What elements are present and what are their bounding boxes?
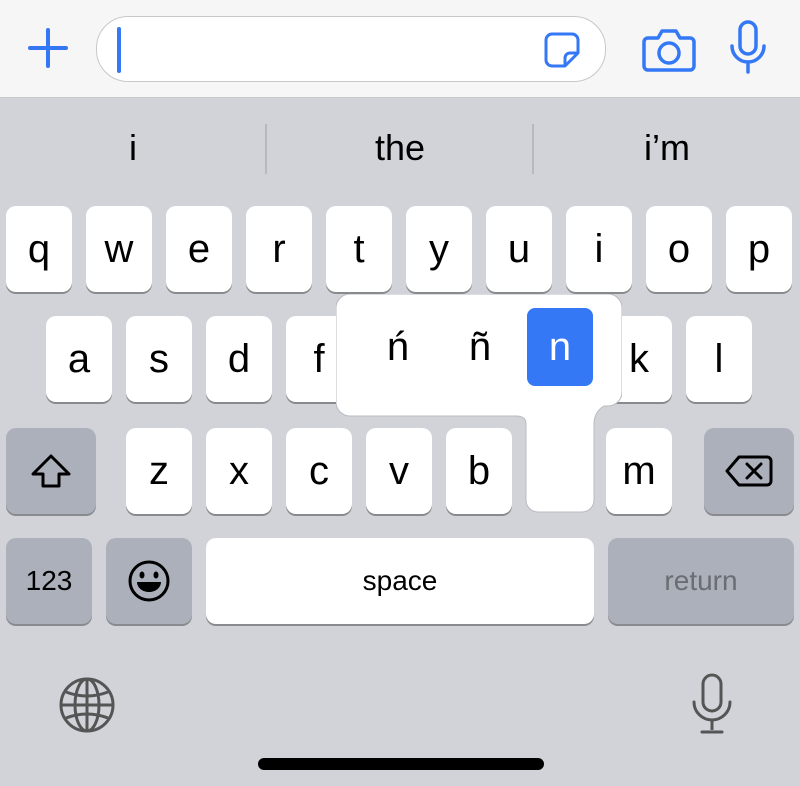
delete-icon <box>725 455 773 487</box>
key-q[interactable]: q <box>6 206 72 292</box>
globe-icon[interactable] <box>58 676 116 734</box>
key-w[interactable]: w <box>86 206 152 292</box>
space-key[interactable]: space <box>206 538 594 624</box>
key-d[interactable]: d <box>206 316 272 402</box>
key-z[interactable]: z <box>126 428 192 514</box>
emoji-icon <box>128 560 170 602</box>
shift-icon <box>31 454 71 488</box>
key-i[interactable]: i <box>566 206 632 292</box>
accent-option-n-acute[interactable]: ń <box>364 308 432 386</box>
home-indicator <box>258 758 544 770</box>
key-s[interactable]: s <box>126 316 192 402</box>
microphone-icon[interactable] <box>728 20 768 78</box>
suggestion-3[interactable]: i’m <box>534 98 800 198</box>
message-input[interactable] <box>96 16 606 82</box>
key-x[interactable]: x <box>206 428 272 514</box>
key-u[interactable]: u <box>486 206 552 292</box>
microphone-icon[interactable] <box>690 672 734 736</box>
shift-key[interactable] <box>6 428 96 514</box>
numbers-key[interactable]: 123 <box>6 538 92 624</box>
suggestion-2[interactable]: the <box>267 98 533 198</box>
suggestion-1[interactable]: i <box>0 98 266 198</box>
key-t[interactable]: t <box>326 206 392 292</box>
message-bar <box>0 0 800 98</box>
key-l[interactable]: l <box>686 316 752 402</box>
return-key[interactable]: return <box>608 538 794 624</box>
key-a[interactable]: a <box>46 316 112 402</box>
delete-key[interactable] <box>704 428 794 514</box>
text-caret <box>117 27 121 73</box>
camera-icon[interactable] <box>642 24 696 74</box>
accent-option-n-tilde[interactable]: ñ <box>446 308 514 386</box>
plus-icon[interactable] <box>26 26 70 70</box>
key-p[interactable]: p <box>726 206 792 292</box>
key-e[interactable]: e <box>166 206 232 292</box>
accent-option-n-selected[interactable]: n <box>527 308 593 386</box>
emoji-key[interactable] <box>106 538 192 624</box>
sticker-icon[interactable] <box>543 31 581 69</box>
key-o[interactable]: o <box>646 206 712 292</box>
key-r[interactable]: r <box>246 206 312 292</box>
key-y[interactable]: y <box>406 206 472 292</box>
